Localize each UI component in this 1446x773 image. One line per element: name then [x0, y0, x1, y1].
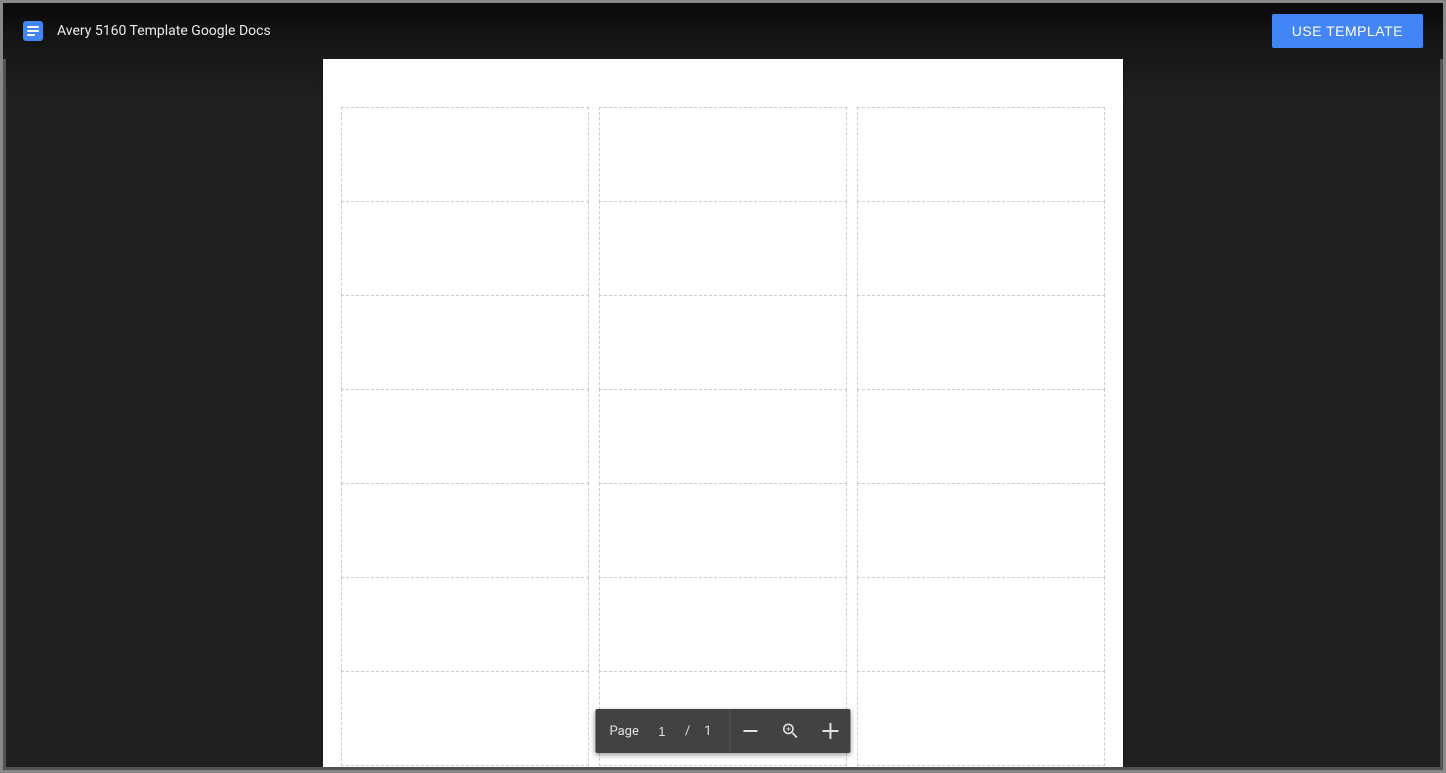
page-separator: /	[685, 724, 690, 739]
minus-icon	[744, 730, 758, 732]
header-left: Avery 5160 Template Google Docs	[23, 21, 271, 41]
label-cell[interactable]	[341, 201, 589, 296]
document-viewer[interactable]: Page / 1	[6, 59, 1440, 767]
label-cell[interactable]	[599, 107, 847, 202]
zoom-fit-button[interactable]	[771, 709, 811, 753]
label-grid	[341, 107, 1105, 765]
plus-icon	[823, 723, 839, 739]
page-total: 1	[700, 724, 715, 739]
label-cell[interactable]	[857, 671, 1105, 766]
page-label: Page	[609, 724, 638, 739]
label-cell[interactable]	[341, 483, 589, 578]
zoom-fit-icon	[781, 721, 801, 741]
use-template-button[interactable]: USE TEMPLATE	[1272, 14, 1423, 48]
label-cell[interactable]	[599, 201, 847, 296]
label-cell[interactable]	[599, 389, 847, 484]
page-number-input[interactable]	[649, 724, 675, 739]
label-cell[interactable]	[857, 295, 1105, 390]
label-cell[interactable]	[599, 483, 847, 578]
label-cell[interactable]	[857, 483, 1105, 578]
zoom-toolbar: Page / 1	[595, 709, 850, 753]
label-cell[interactable]	[857, 577, 1105, 672]
document-page	[323, 59, 1123, 767]
label-cell[interactable]	[341, 295, 589, 390]
page-indicator: Page / 1	[595, 709, 730, 753]
label-cell[interactable]	[341, 389, 589, 484]
label-cell[interactable]	[599, 577, 847, 672]
label-cell[interactable]	[341, 577, 589, 672]
zoom-out-button[interactable]	[731, 709, 771, 753]
label-cell[interactable]	[857, 107, 1105, 202]
zoom-in-button[interactable]	[811, 709, 851, 753]
label-cell[interactable]	[341, 107, 589, 202]
label-cell[interactable]	[599, 295, 847, 390]
google-docs-icon[interactable]	[23, 21, 43, 41]
document-title: Avery 5160 Template Google Docs	[57, 23, 271, 39]
label-cell[interactable]	[857, 201, 1105, 296]
zoom-controls	[731, 709, 851, 753]
label-cell[interactable]	[857, 389, 1105, 484]
header-bar: Avery 5160 Template Google Docs USE TEMP…	[3, 3, 1443, 59]
label-cell[interactable]	[341, 671, 589, 766]
